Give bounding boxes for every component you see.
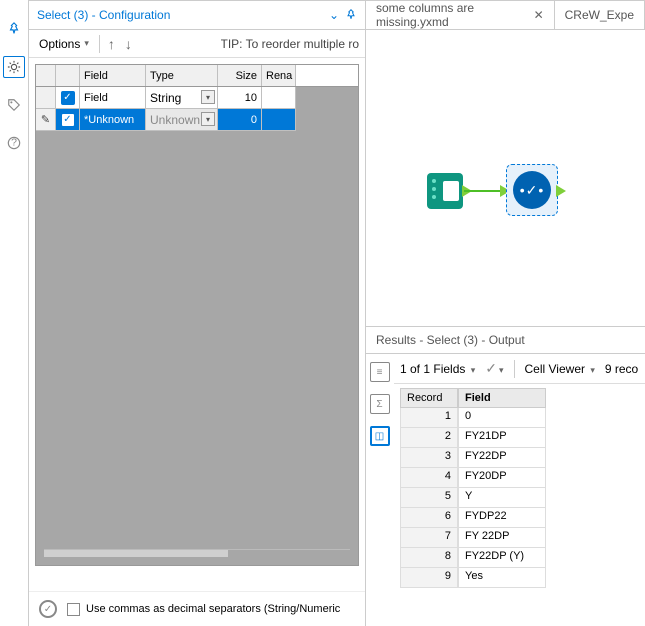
sigma-view-icon[interactable]: Σ [370, 394, 390, 414]
row-rename[interactable] [262, 109, 296, 131]
config-title: Select (3) - Configuration [37, 8, 323, 22]
field-value: 0 [458, 408, 546, 428]
configuration-panel: Select (3) - Configuration ⌄ Options▾ ↑ … [28, 0, 366, 626]
results-view-icons: ≡ Σ ◫ [366, 354, 394, 626]
results-title: Results - Select (3) - Output [366, 327, 645, 354]
record-num: 4 [400, 468, 458, 488]
record-num: 9 [400, 568, 458, 588]
col-rename[interactable]: Rena [262, 65, 296, 86]
table-row[interactable]: 8FY22DP (Y) [400, 548, 645, 568]
col-check[interactable] [56, 65, 80, 86]
record-num: 2 [400, 428, 458, 448]
results-panel: Results - Select (3) - Output ≡ Σ ◫ 1 of… [366, 326, 645, 626]
field-value: FY21DP [458, 428, 546, 448]
row-checkbox[interactable]: ✓ [56, 109, 80, 131]
row-field[interactable]: Field [80, 87, 146, 109]
field-value: FY20DP [458, 468, 546, 488]
table-row[interactable]: ✓ Field String▾ 10 [36, 87, 358, 109]
results-table[interactable]: Record Field 102FY21DP3FY22DP4FY20DP5Y6F… [394, 384, 645, 588]
row-size[interactable]: 10 [218, 87, 262, 109]
move-down-button[interactable]: ↓ [123, 36, 134, 52]
svg-text:?: ? [11, 137, 17, 149]
field-value: FYDP22 [458, 508, 546, 528]
col-record[interactable]: Record [400, 388, 458, 408]
table-row[interactable]: 6FYDP22 [400, 508, 645, 528]
row-rename[interactable] [262, 87, 296, 109]
table-row[interactable]: ✎ ✓ *Unknown Unknown▾ 0 [36, 109, 358, 131]
pin-icon[interactable] [345, 9, 357, 21]
close-icon[interactable]: ✕ [534, 8, 544, 22]
pin-icon[interactable] [3, 18, 25, 40]
record-num: 1 [400, 408, 458, 428]
records-summary: 9 reco [605, 362, 638, 376]
record-num: 8 [400, 548, 458, 568]
left-rail: ? [0, 0, 28, 626]
output-port-icon[interactable] [556, 185, 566, 197]
table-row[interactable]: 10 [400, 408, 645, 428]
cell-viewer-dropdown[interactable]: Cell Viewer ▾ [525, 362, 595, 376]
col-edit[interactable] [36, 65, 56, 86]
move-up-button[interactable]: ↑ [106, 36, 117, 52]
table-row[interactable]: 9Yes [400, 568, 645, 588]
row-size[interactable]: 0 [218, 109, 262, 131]
decimal-commas-checkbox[interactable] [67, 603, 80, 616]
field-grid-wrap: Field Type Size Rena ✓ Field String▾ 10 … [29, 58, 365, 591]
field-value: FY 22DP [458, 528, 546, 548]
table-row[interactable]: 3FY22DP [400, 448, 645, 468]
record-num: 3 [400, 448, 458, 468]
col-field[interactable]: Field [80, 65, 146, 86]
config-toolbar: Options▾ ↑ ↓ TIP: To reorder multiple ro [29, 30, 365, 58]
field-value: FY22DP (Y) [458, 548, 546, 568]
gear-icon[interactable] [3, 56, 25, 78]
fields-summary[interactable]: 1 of 1 Fields ▾ [400, 362, 475, 376]
field-value: Yes [458, 568, 546, 588]
tab-workflow[interactable]: CReW_Expe [555, 1, 645, 29]
list-view-icon[interactable]: ≡ [370, 362, 390, 382]
record-num: 7 [400, 528, 458, 548]
tab-workflow[interactable]: some columns are missing.yxmd ✕ [366, 1, 555, 29]
caret-down-icon: ▾ [84, 38, 89, 49]
right-panel: some columns are missing.yxmd ✕ CReW_Exp… [366, 0, 645, 626]
row-type[interactable]: Unknown▾ [146, 109, 218, 131]
field-grid[interactable]: Field Type Size Rena ✓ Field String▾ 10 … [35, 64, 359, 566]
row-field[interactable]: *Unknown [80, 109, 146, 131]
table-row[interactable]: 2FY21DP [400, 428, 645, 448]
record-num: 6 [400, 508, 458, 528]
field-value: FY22DP [458, 448, 546, 468]
workflow-canvas[interactable]: •✓• [366, 30, 645, 326]
help-icon[interactable]: ? [3, 132, 25, 154]
row-checkbox[interactable]: ✓ [56, 87, 80, 109]
results-toolbar: 1 of 1 Fields ▾ ✓▾ Cell Viewer ▾ 9 reco [394, 354, 645, 384]
pencil-icon[interactable]: ✎ [36, 109, 56, 131]
decimal-commas-label: Use commas as decimal separators (String… [86, 603, 340, 615]
table-row[interactable]: 4FY20DP [400, 468, 645, 488]
config-footer: ✓ Use commas as decimal separators (Stri… [29, 591, 365, 626]
select-tool-node[interactable]: •✓• [506, 164, 558, 216]
field-value: Y [458, 488, 546, 508]
record-num: 5 [400, 488, 458, 508]
config-title-bar: Select (3) - Configuration ⌄ [29, 0, 365, 30]
col-type[interactable]: Type [146, 65, 218, 86]
options-dropdown[interactable]: Options▾ [35, 35, 93, 53]
horizontal-scrollbar[interactable] [44, 549, 350, 557]
type-dropdown-icon[interactable]: ▾ [201, 90, 215, 104]
detail-view-icon[interactable]: ◫ [370, 426, 390, 446]
table-row[interactable]: 5Y [400, 488, 645, 508]
chevron-down-icon[interactable]: ⌄ [329, 8, 339, 22]
grid-header: Field Type Size Rena [36, 65, 358, 87]
type-dropdown-icon[interactable]: ▾ [201, 112, 215, 126]
col-size[interactable]: Size [218, 65, 262, 86]
tag-icon[interactable] [3, 94, 25, 116]
row-type[interactable]: String▾ [146, 87, 218, 109]
validate-icon[interactable]: ✓ [39, 600, 57, 618]
row-edit-icon[interactable] [36, 87, 56, 109]
tip-text: TIP: To reorder multiple ro [221, 37, 360, 51]
workflow-tabs: some columns are missing.yxmd ✕ CReW_Exp… [366, 0, 645, 30]
input-tool-node[interactable] [424, 170, 466, 212]
table-row[interactable]: 7FY 22DP [400, 528, 645, 548]
col-field[interactable]: Field [458, 388, 546, 408]
check-icon[interactable]: ✓▾ [485, 360, 503, 377]
